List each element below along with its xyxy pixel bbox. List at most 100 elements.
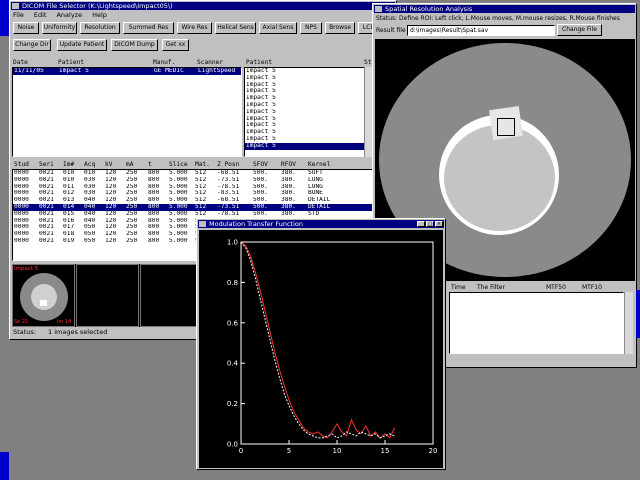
series-cell: 800 bbox=[148, 231, 160, 238]
thumbnail-2[interactable] bbox=[76, 264, 139, 327]
thumbnail-label: Impact 5 bbox=[14, 266, 39, 272]
series-cell: 250 bbox=[126, 203, 138, 210]
series-cell: 512 bbox=[195, 210, 207, 217]
results-scrollbar[interactable] bbox=[624, 292, 633, 354]
patient-list-item[interactable]: Impact 5 bbox=[245, 102, 374, 109]
series-cell: 500. bbox=[253, 170, 268, 176]
patient-list-item[interactable]: Impact 5 bbox=[245, 82, 374, 89]
table-row[interactable]: 0000 0021 010 030 120 250 800 5.000 512 -73.51 500… bbox=[13, 177, 391, 184]
series-cell: 380. bbox=[281, 203, 296, 210]
patient-list[interactable]: Impact 5 Impact 5 Impact 5 Impact 5 Impact 5… bbox=[244, 67, 375, 157]
series-header-cell: Z Posn bbox=[217, 161, 240, 168]
change-file-button[interactable]: Change File bbox=[557, 24, 602, 36]
table-row[interactable]: 0000 0021 011 030 120 250 800 5.000 512 -78.51 500… bbox=[13, 184, 391, 191]
series-cell: 5.000 bbox=[169, 210, 188, 217]
series-cell: 040 bbox=[84, 210, 96, 217]
patient-list-item[interactable]: Impact 5 bbox=[245, 122, 374, 129]
series-cell: 5.000 bbox=[169, 197, 188, 204]
series-cell: LUNG bbox=[308, 176, 323, 183]
table-row[interactable]: 0000 0021 012 030 120 250 800 5.000 512 -83.51 500… bbox=[13, 190, 391, 197]
close-icon[interactable]: × bbox=[435, 221, 443, 227]
series-cell: 120 bbox=[105, 176, 117, 183]
series-cell: 5.000 bbox=[169, 231, 188, 238]
series-cell: 500. bbox=[253, 197, 268, 204]
maximize-icon[interactable]: □ bbox=[426, 221, 434, 227]
mtf-window: Modulation Transfer Function _ □ × 0 5 10 1… bbox=[196, 218, 446, 470]
uniformity-button[interactable]: Uniformity bbox=[42, 22, 77, 34]
plot-frame bbox=[240, 241, 434, 445]
spatial-title-bar[interactable]: Spatial Resolution Analysis bbox=[374, 5, 635, 13]
thumbnail-1[interactable]: Impact 5 Se 21 Im 14 bbox=[12, 264, 75, 327]
study-list[interactable]: 11/11/05 Impact 5 GE MEDIC LightSpeed bbox=[12, 67, 242, 157]
minimize-icon[interactable]: _ bbox=[417, 221, 425, 227]
mtf-title-bar[interactable]: Modulation Transfer Function _ □ × bbox=[198, 220, 444, 228]
series-cell: 0000 bbox=[14, 190, 29, 197]
table-row[interactable]: 0000 0021 013 040 120 250 800 5.000 512 -68.51 500… bbox=[13, 197, 391, 204]
series-cell: -73.51 bbox=[217, 203, 240, 210]
series-cell: 120 bbox=[105, 224, 117, 231]
series-cell: SOFT bbox=[308, 170, 323, 176]
series-cell: 250 bbox=[126, 183, 138, 190]
browse-button[interactable]: Browse bbox=[325, 22, 355, 34]
results-table[interactable] bbox=[449, 292, 624, 354]
patient-list-item[interactable]: Impact 5 bbox=[245, 116, 374, 123]
series-cell: 380. bbox=[281, 210, 296, 217]
get-xx-button[interactable]: Get xx bbox=[162, 39, 189, 51]
thumbnail-3[interactable] bbox=[140, 264, 203, 327]
table-row[interactable]: 0000 0021 010 010 120 250 800 5.000 512 -68.51 500… bbox=[13, 170, 391, 177]
desktop-bar-left bbox=[0, 0, 9, 36]
study-row[interactable]: 11/11/05 Impact 5 GE MEDIC LightSpeed bbox=[13, 68, 241, 75]
series-cell: 120 bbox=[105, 203, 117, 210]
series-cell: 015 bbox=[63, 210, 75, 217]
series-cell: 800 bbox=[148, 210, 160, 217]
noise-button[interactable]: Noise bbox=[13, 22, 39, 34]
wire-res-button[interactable]: Wire Res bbox=[177, 22, 212, 34]
helical-sens-button[interactable]: Helical Sens bbox=[215, 22, 256, 34]
series-cell: 0021 bbox=[39, 170, 54, 176]
patient-list-item[interactable]: Impact 5 bbox=[245, 95, 374, 102]
series-cell: 800 bbox=[148, 197, 160, 204]
summed-res-button[interactable]: Summed Res bbox=[123, 22, 174, 34]
series-cell: 250 bbox=[126, 217, 138, 224]
dicom-title-bar[interactable]: DICOM File Selector (K:\Lightspeed\Impac… bbox=[11, 2, 395, 10]
y-tick-label: 0.2 bbox=[227, 400, 238, 408]
patient-list-item[interactable]: Impact 5 bbox=[245, 88, 374, 95]
menu-analyze[interactable]: Analyze bbox=[56, 11, 82, 19]
series-cell: 380. bbox=[281, 176, 296, 183]
patient-list-item[interactable]: Impact 5 bbox=[245, 142, 374, 150]
series-cell: 050 bbox=[84, 224, 96, 231]
series-cell: 030 bbox=[84, 176, 96, 183]
patient-list-item[interactable]: Impact 5 bbox=[245, 68, 374, 75]
desktop-bar-right bbox=[636, 290, 640, 338]
x-tick-label: 5 bbox=[287, 447, 291, 455]
change-dir-button[interactable]: Change Dir bbox=[13, 39, 51, 51]
axial-sens-button[interactable]: Axial Sens bbox=[259, 22, 297, 34]
top-header-date: Date bbox=[13, 59, 28, 66]
menu-edit[interactable]: Edit bbox=[34, 11, 47, 19]
series-cell: 120 bbox=[105, 190, 117, 197]
patient-list-item[interactable]: Impact 5 bbox=[245, 109, 374, 116]
series-cell: 0021 bbox=[39, 224, 54, 231]
nps-button[interactable]: NPS bbox=[300, 22, 322, 34]
patient-list-item[interactable]: Impact 5 bbox=[245, 75, 374, 82]
series-cell: 017 bbox=[63, 224, 75, 231]
table-row[interactable]: 0000 0021 014 040 120 250 800 5.000 512 -73.51 500… bbox=[13, 203, 391, 211]
series-cell: 512 bbox=[195, 197, 207, 204]
menu-file[interactable]: File bbox=[13, 11, 24, 19]
roi-box[interactable] bbox=[497, 118, 515, 136]
dicom-dump-button[interactable]: DICOM Dump bbox=[111, 39, 158, 51]
result-file-field[interactable]: d:\images\Result\Spat.sav bbox=[407, 25, 555, 36]
update-patient-button[interactable]: Update Patient bbox=[57, 39, 107, 51]
dicom-window-title: DICOM File Selector (K:\Lightspeed\Impac… bbox=[22, 2, 173, 10]
mtf-chart: 0 5 10 15 20 0.0 0.2 0.4 0.6 0.8 1.0 bbox=[199, 230, 443, 468]
table-row[interactable]: 0000 0021 015 040 120 250 800 5.000 512 -78.51 500… bbox=[13, 211, 391, 218]
series-cell: 0000 bbox=[14, 224, 29, 231]
series-cell: 030 bbox=[84, 183, 96, 190]
menu-help[interactable]: Help bbox=[92, 11, 107, 19]
patient-list-item[interactable]: Impact 5 bbox=[245, 129, 374, 136]
study-date: 11/11/05 bbox=[14, 68, 44, 74]
thumbnail-phantom-insert bbox=[40, 300, 47, 306]
series-cell: 512 bbox=[195, 203, 207, 210]
resolution-button[interactable]: Resolution bbox=[80, 22, 120, 34]
patient-list-item[interactable]: Impact 5 bbox=[245, 136, 374, 143]
